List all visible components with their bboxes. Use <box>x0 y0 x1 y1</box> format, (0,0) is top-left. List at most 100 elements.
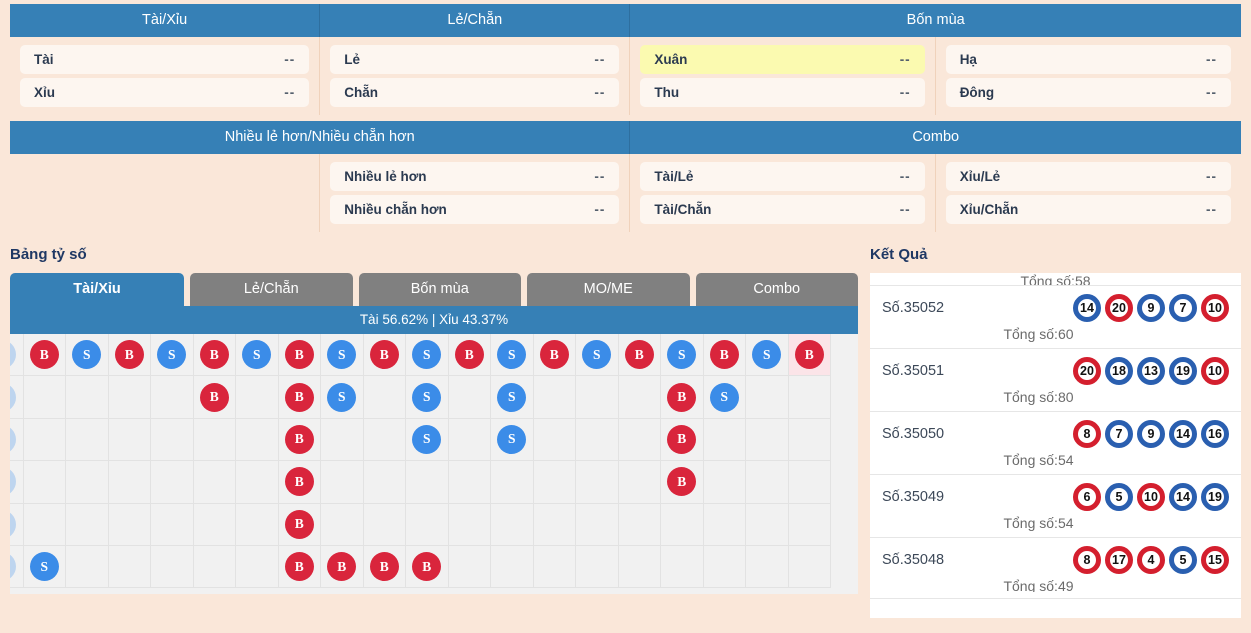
small-marker-dot: S <box>157 340 187 370</box>
big-marker-dot: B <box>624 340 654 370</box>
result-row: Số.35051 20 18 13 19 10 Tổng số:80 <box>870 349 1241 412</box>
lottery-ball: 14 <box>1169 483 1197 511</box>
grid-cell: S <box>236 334 279 377</box>
tab-t-i-x-u[interactable]: Tài/Xỉu <box>10 273 184 306</box>
grid-cell <box>661 545 704 589</box>
bet-column-bonmua-a: Xuân -- Thu -- <box>630 37 936 115</box>
bet-header-row-2: Nhiều lẻ hơn/Nhiều chẵn hơn Combo <box>10 121 1241 154</box>
small-marker-dot: S <box>412 382 442 412</box>
small-marker-dot: S <box>327 382 357 412</box>
grid-cell: B <box>661 418 704 462</box>
bet-option-label: Chẵn <box>344 85 378 100</box>
big-marker-dot: B <box>369 552 399 582</box>
lottery-ball: 13 <box>1137 357 1165 385</box>
grid-cell <box>703 461 746 504</box>
grid-cell <box>448 418 491 462</box>
small-marker-dot: S <box>412 340 442 370</box>
small-marker-dot: S <box>412 424 442 454</box>
bet-option-tai-le[interactable]: Tài/Lẻ -- <box>640 162 925 191</box>
bet-option-odds: -- <box>594 202 606 217</box>
bet-option-odds: -- <box>899 52 911 67</box>
big-marker-dot: B <box>284 552 314 582</box>
bet-option-nhieu-le-hon[interactable]: Nhiều lẻ hơn -- <box>330 162 620 191</box>
grid-cell <box>788 545 831 589</box>
bet-option-xuan[interactable]: Xuân -- <box>640 45 925 74</box>
bet-column-combo-b: Xỉu/Lẻ -- Xỉu/Chẵn -- <box>936 154 1241 232</box>
grid-cell <box>788 503 831 546</box>
lottery-ball: 9 <box>1137 420 1165 448</box>
big-marker-dot: B <box>284 424 314 454</box>
result-total: Tổng số:49 <box>1003 578 1074 592</box>
bet-option-nhieu-chan-hon[interactable]: Nhiều chẵn hơn -- <box>330 195 620 224</box>
tab-l-ch-n[interactable]: Lẻ/Chẵn <box>190 273 353 306</box>
bet-option-label: Tài/Chẵn <box>654 202 712 217</box>
bet-group-header-taixiu: Tài/Xỉu <box>10 4 321 37</box>
bet-option-chan[interactable]: Chẵn -- <box>330 78 620 107</box>
grid-cell: S <box>66 334 109 377</box>
big-marker-dot: B <box>412 552 442 582</box>
small-marker-dot: S <box>497 340 527 370</box>
lower-area: Bảng tỷ số Tài/Xỉu Lẻ/Chẵn Bốn mùa MO/ME Com… <box>10 246 1241 618</box>
bet-option-thu[interactable]: Thu -- <box>640 78 925 107</box>
result-row: Số.35049 6 5 10 14 19 Tổng số:54 <box>870 475 1241 538</box>
bet-option-odds: -- <box>899 202 911 217</box>
small-marker-dot: S <box>497 382 527 412</box>
grid-cell <box>618 461 661 504</box>
grid-cell <box>576 461 619 504</box>
bet-option-xiu-le[interactable]: Xỉu/Lẻ -- <box>945 162 1231 191</box>
grid-cell <box>746 418 789 462</box>
bet-group-header-lechan: Lẻ/Chẵn <box>320 4 631 37</box>
lottery-ball: 17 <box>1105 546 1133 574</box>
big-marker-dot: B <box>454 340 484 370</box>
lottery-ball: 18 <box>1105 357 1133 385</box>
grid-cell <box>151 418 194 462</box>
bet-option-xiu-chan[interactable]: Xỉu/Chẵn -- <box>945 195 1231 224</box>
bet-option-tai-chan[interactable]: Tài/Chẵn -- <box>640 195 925 224</box>
grid-cell: B <box>321 545 364 589</box>
grid-cell <box>363 461 406 504</box>
grid-cell <box>66 503 109 546</box>
lottery-ball: 14 <box>1073 294 1101 322</box>
bet-option-tai[interactable]: Tài -- <box>20 45 310 74</box>
small-marker-dot: S <box>752 340 782 370</box>
results-list[interactable]: Tổng số:58 Số.35052 14 20 9 7 10 Tổng số:60 Số.… <box>870 273 1241 618</box>
grid-scroll-container[interactable]: SBSBSBSBSBSBSBSBSBSBSBBSSSBSSBSSBSBBSBSS… <box>10 334 858 594</box>
bet-group-header-bonmua: Bốn mùa <box>630 4 1241 37</box>
small-marker-dot: S <box>10 467 17 497</box>
bet-option-dong[interactable]: Đông -- <box>945 78 1231 107</box>
result-total: Tổng số:54 <box>1003 452 1074 468</box>
result-balls: 20 18 13 19 10 <box>1073 357 1229 385</box>
grid-cell <box>321 461 364 504</box>
tab-b-n-m-a[interactable]: Bốn mùa <box>358 273 521 306</box>
grid-cell <box>193 503 236 546</box>
bet-option-label: Nhiều lẻ hơn <box>344 169 427 184</box>
grid-cell <box>108 545 151 589</box>
grid-cell <box>151 376 194 419</box>
grid-cell <box>533 376 576 419</box>
result-balls: 8 7 9 14 16 <box>1073 420 1229 448</box>
grid-cell: B <box>108 334 151 377</box>
bet-option-odds: -- <box>284 52 296 67</box>
grid-cell <box>533 545 576 589</box>
bet-option-le[interactable]: Lẻ -- <box>330 45 620 74</box>
big-marker-dot: B <box>284 509 314 539</box>
grid-cell <box>108 503 151 546</box>
lottery-ball: 20 <box>1105 294 1133 322</box>
big-marker-dot: B <box>284 382 314 412</box>
lottery-ball: 16 <box>1201 420 1229 448</box>
bet-option-label: Đông <box>959 85 995 100</box>
tab-mo-me[interactable]: MO/ME <box>527 273 690 306</box>
grid-cell: B <box>406 545 449 589</box>
bet-option-ha[interactable]: Hạ -- <box>945 45 1231 74</box>
tab-combo[interactable]: Combo <box>695 273 858 306</box>
lottery-ball: 8 <box>1073 420 1101 448</box>
grid-cell: S <box>151 334 194 377</box>
bet-option-xiu[interactable]: Xỉu -- <box>20 78 310 107</box>
grid-cell <box>66 418 109 462</box>
grid-cell: S <box>10 376 24 419</box>
grid-cell <box>406 503 449 546</box>
grid-cell: S <box>491 334 534 377</box>
bet-group-header-nhieule-nhieuchan: Nhiều lẻ hơn/Nhiều chẵn hơn <box>10 121 631 154</box>
lottery-ball: 8 <box>1073 546 1101 574</box>
result-draw-id: Số.35051 <box>882 363 945 379</box>
